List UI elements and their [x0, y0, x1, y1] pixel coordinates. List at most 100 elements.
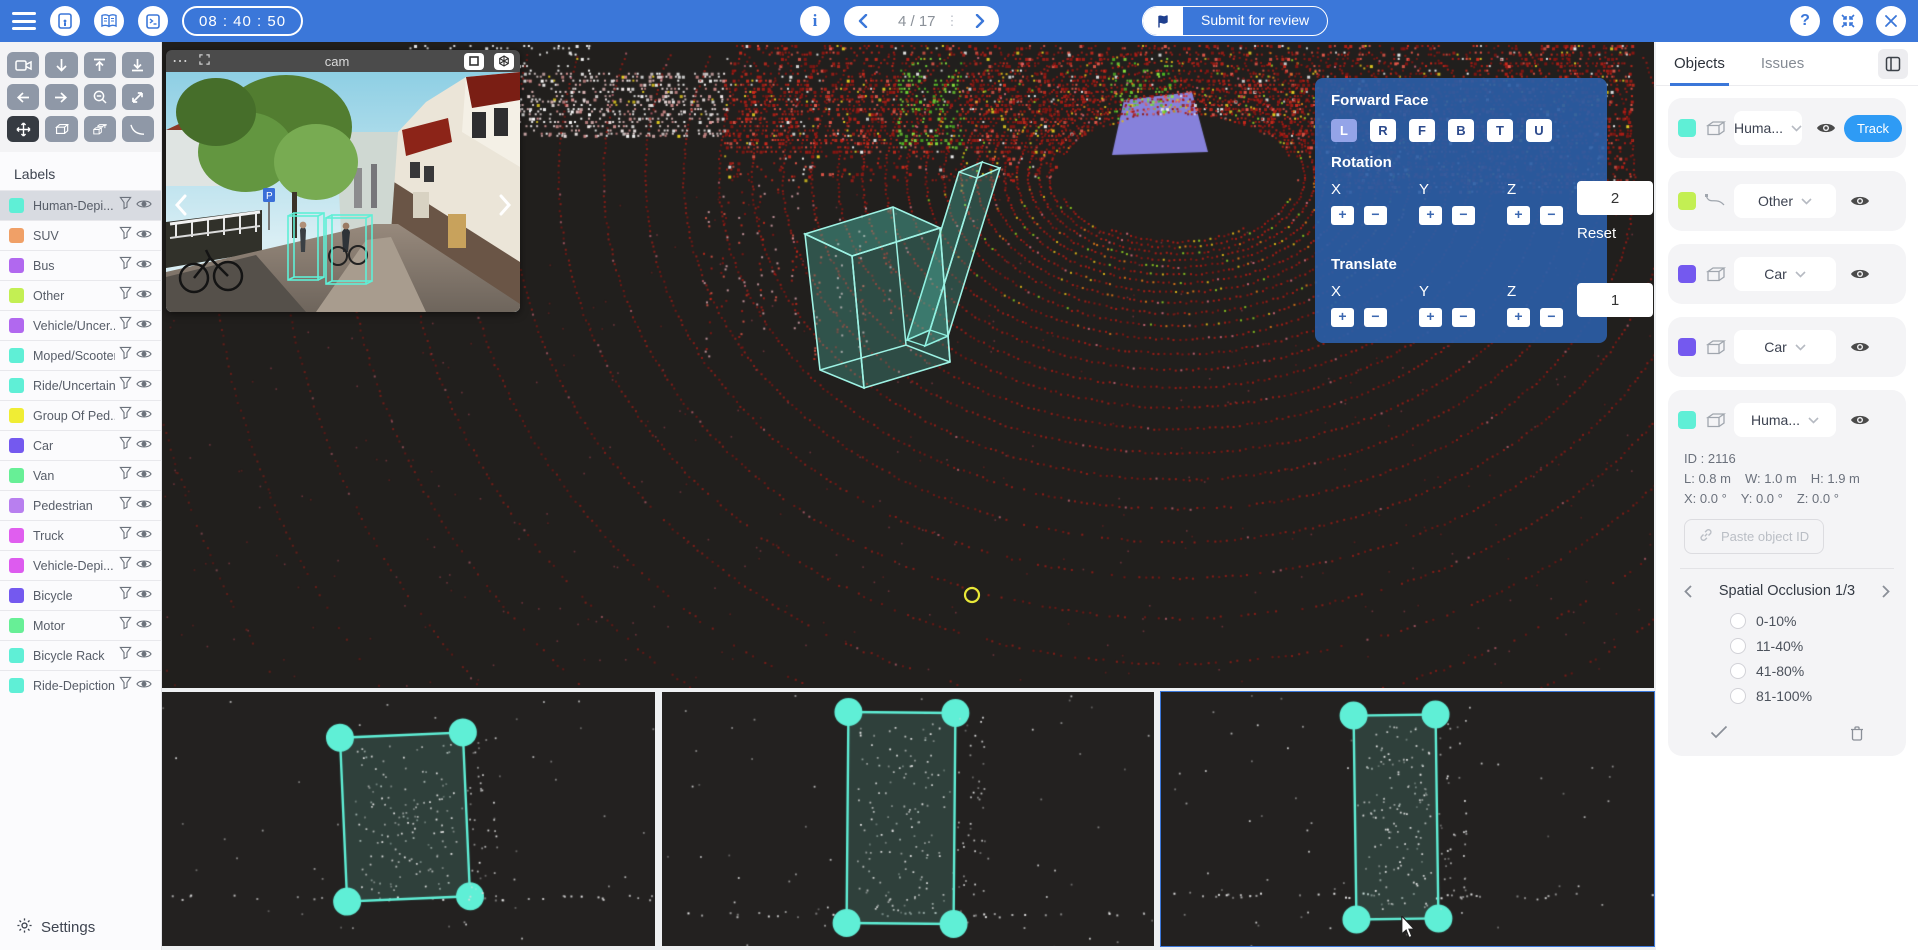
delete-icon[interactable] — [1850, 725, 1864, 741]
camera-image[interactable]: P — [166, 72, 520, 312]
label-row[interactable]: Car — [0, 430, 161, 460]
paste-object-id-button[interactable]: Paste object ID — [1684, 519, 1824, 554]
occlusion-radio[interactable]: 0-10% — [1730, 613, 1896, 629]
book-icon[interactable] — [94, 6, 124, 36]
translate-step-input[interactable] — [1577, 283, 1653, 317]
reset-button[interactable]: Reset — [1577, 225, 1653, 242]
resize-diagonal-tool-button[interactable] — [122, 84, 154, 110]
rotation-z-minus-button[interactable]: − — [1540, 206, 1563, 225]
object-class-dropdown[interactable]: Car — [1734, 330, 1836, 364]
visibility-icon[interactable] — [136, 587, 152, 605]
translate-z-minus-button[interactable]: − — [1540, 308, 1563, 327]
zoom-out-tool-button[interactable] — [84, 84, 116, 110]
filter-icon[interactable] — [119, 316, 132, 335]
translate-y-minus-button[interactable]: − — [1452, 308, 1475, 327]
face-button-f[interactable]: F — [1409, 119, 1435, 142]
object-visibility-icon[interactable] — [1850, 413, 1870, 427]
filter-icon[interactable] — [119, 646, 132, 665]
face-button-u[interactable]: U — [1526, 119, 1552, 142]
move-tool-button[interactable] — [7, 116, 39, 142]
rotation-x-minus-button[interactable]: − — [1364, 206, 1387, 225]
translate-x-minus-button[interactable]: − — [1364, 308, 1387, 327]
more-options-icon[interactable]: ⋯ — [172, 51, 189, 71]
collapse-icon[interactable] — [1833, 6, 1863, 36]
face-button-r[interactable]: R — [1370, 119, 1396, 142]
radio-icon[interactable] — [1730, 688, 1746, 704]
occlusion-prev-icon[interactable] — [1684, 585, 1692, 598]
visibility-icon[interactable] — [136, 677, 152, 695]
filter-icon[interactable] — [119, 616, 132, 635]
filter-icon[interactable] — [119, 256, 132, 275]
label-row[interactable]: Truck — [0, 520, 161, 550]
expand-icon[interactable] — [199, 52, 210, 70]
occlusion-radio[interactable]: 81-100% — [1730, 688, 1896, 704]
radio-icon[interactable] — [1730, 663, 1746, 679]
object-card[interactable]: Car — [1668, 317, 1906, 377]
filter-icon[interactable] — [119, 676, 132, 695]
filter-icon[interactable] — [119, 376, 132, 395]
visibility-icon[interactable] — [136, 407, 152, 425]
terminal-icon[interactable] — [138, 6, 168, 36]
arrow-down-to-line-tool-button[interactable] — [122, 52, 154, 78]
visibility-icon[interactable] — [136, 467, 152, 485]
label-row[interactable]: Bicycle — [0, 580, 161, 610]
object-class-dropdown[interactable]: Other — [1734, 184, 1836, 218]
camera-next-icon[interactable] — [498, 194, 512, 221]
camera-prev-icon[interactable] — [174, 194, 188, 221]
visibility-icon[interactable] — [136, 647, 152, 665]
track-button[interactable]: Track — [1844, 115, 1902, 142]
object-visibility-icon[interactable] — [1850, 340, 1870, 354]
settings-button[interactable]: Settings — [16, 917, 95, 938]
visibility-icon[interactable] — [136, 287, 152, 305]
submit-for-review-button[interactable]: Submit for review — [1142, 6, 1328, 36]
camera-tool-button[interactable] — [7, 52, 39, 78]
filter-icon[interactable] — [119, 586, 132, 605]
occlusion-next-icon[interactable] — [1882, 585, 1890, 598]
filter-icon[interactable] — [119, 496, 132, 515]
radio-icon[interactable] — [1730, 638, 1746, 654]
visibility-icon[interactable] — [136, 317, 152, 335]
occlusion-radio[interactable]: 41-80% — [1730, 663, 1896, 679]
label-row[interactable]: Group Of Ped... — [0, 400, 161, 430]
translate-z-plus-button[interactable]: + — [1507, 308, 1530, 327]
pointcloud-3d-view[interactable]: ⋯ cam — [162, 42, 1654, 688]
object-visibility-icon[interactable] — [1816, 121, 1836, 135]
filter-icon[interactable] — [119, 286, 132, 305]
visibility-icon[interactable] — [136, 377, 152, 395]
tab-issues[interactable]: Issues — [1761, 42, 1804, 86]
ortho-view-front[interactable] — [662, 692, 1155, 946]
arrow-up-to-line-tool-button[interactable] — [84, 52, 116, 78]
label-row[interactable]: Human-Depi... — [0, 190, 161, 220]
label-row[interactable]: Moped/Scooter — [0, 340, 161, 370]
label-row[interactable]: SUV — [0, 220, 161, 250]
occlusion-radio[interactable]: 11-40% — [1730, 638, 1896, 654]
object-class-dropdown[interactable]: Huma... — [1734, 403, 1836, 437]
arrow-right-tool-button[interactable] — [45, 84, 77, 110]
visibility-icon[interactable] — [136, 497, 152, 515]
rotation-x-plus-button[interactable]: + — [1331, 206, 1354, 225]
help-icon[interactable]: ? — [1790, 6, 1820, 36]
rotation-y-plus-button[interactable]: + — [1419, 206, 1442, 225]
cubes-tool-button[interactable] — [84, 116, 116, 142]
radio-icon[interactable] — [1730, 613, 1746, 629]
filter-icon[interactable] — [119, 436, 132, 455]
filter-icon[interactable] — [119, 556, 132, 575]
object-visibility-icon[interactable] — [1850, 194, 1870, 208]
object-card[interactable]: Car — [1668, 244, 1906, 304]
translate-x-plus-button[interactable]: + — [1331, 308, 1354, 327]
prev-frame-button[interactable] — [850, 8, 876, 34]
filter-icon[interactable] — [119, 406, 132, 425]
visibility-icon[interactable] — [136, 527, 152, 545]
label-row[interactable]: Van — [0, 460, 161, 490]
rotation-z-plus-button[interactable]: + — [1507, 206, 1530, 225]
label-row[interactable]: Other — [0, 280, 161, 310]
next-frame-button[interactable] — [967, 8, 993, 34]
label-row[interactable]: Vehicle-Depi... — [0, 550, 161, 580]
label-row[interactable]: Pedestrian — [0, 490, 161, 520]
info-icon[interactable]: i — [800, 6, 830, 36]
filter-icon[interactable] — [119, 196, 132, 215]
cube-tool-button[interactable] — [45, 116, 77, 142]
visibility-icon[interactable] — [136, 557, 152, 575]
face-button-t[interactable]: T — [1487, 119, 1513, 142]
object-card[interactable]: Huma...ID : 2116L: 0.8 mW: 1.0 mH: 1.9 m… — [1668, 390, 1906, 756]
